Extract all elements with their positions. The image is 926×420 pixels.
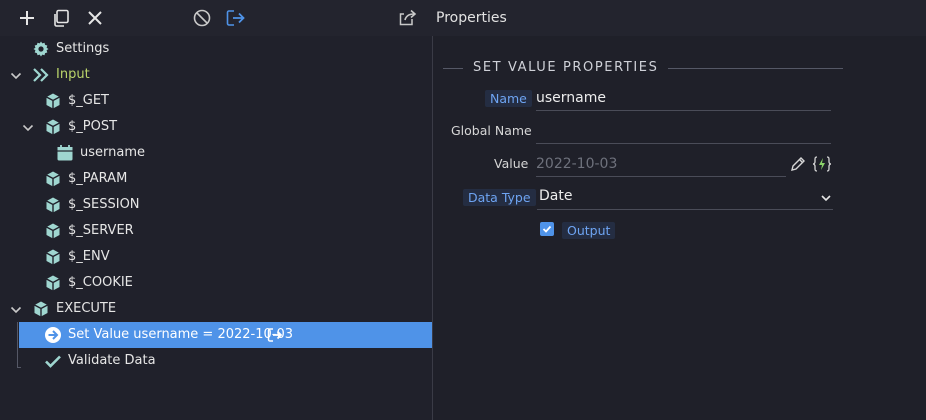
- tree-item-label: $_GET: [68, 93, 109, 108]
- chevron-down-icon[interactable]: [22, 122, 34, 134]
- tree-item-username[interactable]: username: [0, 140, 432, 166]
- cube-icon: [44, 92, 62, 110]
- output-checkbox[interactable]: [540, 222, 554, 236]
- cube-icon: [44, 222, 62, 240]
- value-label: Value: [494, 156, 529, 171]
- check-icon: [542, 225, 552, 233]
- tree-item-label: EXECUTE: [56, 301, 117, 316]
- tree-item-set-value[interactable]: Set Value username = 2022-10-03: [19, 322, 432, 348]
- disable-icon[interactable]: [192, 8, 212, 28]
- data-type-select[interactable]: Date: [537, 185, 833, 210]
- tree-item-label: $_SESSION: [68, 197, 140, 212]
- check-icon: [44, 352, 62, 370]
- arrow-circle-right-icon: [44, 326, 62, 344]
- tree-item-settings[interactable]: Settings: [0, 36, 432, 62]
- tree-item-validate-data[interactable]: Validate Data: [0, 348, 432, 374]
- tree-item-label: Input: [56, 67, 90, 82]
- tree-item-label: $_PARAM: [68, 171, 128, 186]
- tree-item-env[interactable]: $_ENV: [0, 244, 432, 270]
- cube-icon: [32, 300, 50, 318]
- cube-icon: [44, 118, 62, 136]
- calendar-icon: [56, 144, 74, 162]
- chevron-down-icon: [821, 191, 831, 207]
- double-chevron-right-icon: [32, 66, 50, 84]
- tree-item-label: $_SERVER: [68, 223, 134, 238]
- data-type-label: Data Type: [463, 189, 536, 206]
- tree-item-execute[interactable]: EXECUTE: [0, 296, 432, 322]
- output-icon: [267, 327, 285, 345]
- chevron-down-icon[interactable]: [10, 304, 22, 316]
- section-title: SET VALUE PROPERTIES: [473, 60, 659, 75]
- dynamic-data-icon[interactable]: [812, 155, 832, 177]
- duplicate-icon[interactable]: [51, 8, 71, 28]
- divider: [443, 68, 463, 69]
- tree-item-label: Settings: [56, 41, 110, 56]
- tree-item-label: Validate Data: [68, 353, 156, 368]
- global-name-field[interactable]: [536, 119, 831, 144]
- gear-icon: [32, 40, 50, 58]
- tree-item-input[interactable]: Input: [0, 62, 432, 88]
- properties-panel: SET VALUE PROPERTIES Name Global Name Va…: [433, 36, 926, 420]
- output-icon[interactable]: [226, 8, 246, 28]
- cube-icon: [44, 274, 62, 292]
- section-header: SET VALUE PROPERTIES: [443, 60, 843, 76]
- pencil-icon[interactable]: [790, 156, 806, 176]
- properties-title: Properties: [436, 10, 507, 26]
- tree-item-label: $_POST: [68, 119, 118, 134]
- add-icon[interactable]: [17, 8, 37, 28]
- tree-item-label: $_ENV: [68, 249, 110, 264]
- cube-icon: [44, 196, 62, 214]
- name-label: Name: [485, 90, 532, 107]
- action-tree: Settings Input $_GET $_POST username $_P…: [0, 36, 432, 420]
- export-icon[interactable]: [398, 8, 418, 28]
- value-field[interactable]: [536, 152, 786, 177]
- name-field[interactable]: [536, 86, 831, 111]
- tree-item-cookie[interactable]: $_COOKIE: [0, 270, 432, 296]
- tree-item-post[interactable]: $_POST: [0, 114, 432, 140]
- tree-item-get[interactable]: $_GET: [0, 88, 432, 114]
- cube-icon: [44, 170, 62, 188]
- tree-item-label: Set Value username = 2022-10-03: [68, 327, 294, 342]
- tree-item-server[interactable]: $_SERVER: [0, 218, 432, 244]
- toolbar: Properties: [0, 0, 926, 36]
- cube-icon: [44, 248, 62, 266]
- chevron-down-icon[interactable]: [10, 70, 22, 82]
- tree-item-label: $_COOKIE: [68, 275, 133, 290]
- divider: [668, 68, 843, 69]
- data-type-value: Date: [539, 188, 573, 204]
- output-label[interactable]: Output: [562, 222, 616, 239]
- tree-item-session[interactable]: $_SESSION: [0, 192, 432, 218]
- app-window: Properties Settings Input $_GET $_POST u…: [0, 0, 926, 420]
- global-name-label: Global Name: [451, 123, 532, 138]
- close-icon[interactable]: [85, 8, 105, 28]
- tree-item-param[interactable]: $_PARAM: [0, 166, 432, 192]
- tree-item-label: username: [80, 145, 145, 160]
